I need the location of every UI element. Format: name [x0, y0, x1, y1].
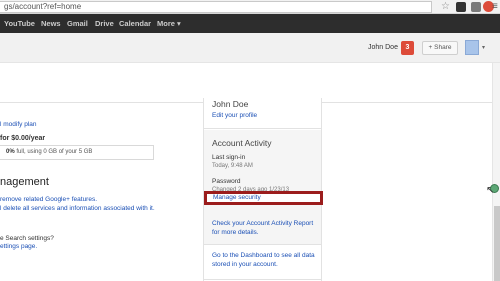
menu-icon[interactable]: ≡	[492, 0, 498, 13]
share-button[interactable]: + Share	[422, 41, 458, 55]
extension-icon-2[interactable]	[471, 2, 481, 12]
password-label: Password	[212, 178, 241, 185]
modify-plan-link[interactable]: l modify plan	[0, 121, 37, 128]
account-header: John Doe 3 + Share ▾	[0, 33, 500, 63]
gbar-link-gmail[interactable]: Gmail	[67, 14, 88, 33]
gbar-link-more[interactable]: More ▾	[157, 14, 181, 33]
google-bar: YouTube News Gmail Drive Calendar More ▾	[0, 14, 500, 33]
last-signin-label: Last sign-in	[212, 154, 246, 161]
profile-section: John Doe Edit your profile	[204, 98, 321, 129]
edit-profile-link[interactable]: Edit your profile	[212, 112, 257, 119]
browser-toolbar: gs/account?ref=home ☆ ≡	[0, 0, 500, 14]
gbar-link-youtube[interactable]: YouTube	[4, 14, 35, 33]
scrollbar-thumb[interactable]	[494, 206, 500, 281]
profile-name: John Doe	[212, 99, 249, 109]
cursor-icon: ↖	[486, 185, 495, 196]
gbar-link-drive[interactable]: Drive	[95, 14, 114, 33]
account-activity-title: Account Activity	[212, 138, 272, 148]
notification-badge[interactable]: 3	[401, 41, 414, 55]
user-name[interactable]: John Doe	[368, 44, 398, 51]
price-line: for $0.00/year	[0, 135, 46, 142]
avatar[interactable]	[465, 40, 479, 55]
address-bar[interactable]: gs/account?ref=home	[0, 1, 432, 13]
star-icon[interactable]: ☆	[441, 0, 450, 13]
account-side-panel: John Doe Edit your profile Account Activ…	[203, 98, 323, 281]
search-settings-question: e Search settings?	[0, 235, 54, 242]
gbar-link-news[interactable]: News	[41, 14, 61, 33]
storage-percent: 0%	[6, 149, 15, 155]
manage-security-link[interactable]: Manage security	[204, 191, 323, 205]
dashboard-link[interactable]: Go to the Dashboard to see all data stor…	[212, 252, 320, 269]
settings-page-link[interactable]: ettings page.	[0, 243, 37, 250]
chevron-down-icon[interactable]: ▾	[482, 44, 485, 51]
gbar-link-calendar[interactable]: Calendar	[119, 14, 151, 33]
storage-usage: 0% full, using 0 GB of your 5 GB	[0, 145, 154, 160]
extension-icon[interactable]	[456, 2, 466, 12]
storage-text: full, using 0 GB of your 5 GB	[14, 149, 93, 155]
activity-report-link[interactable]: Check your Account Activity Report for m…	[212, 220, 320, 237]
last-signin-value: Today, 9:48 AM	[212, 163, 253, 169]
remove-features-link[interactable]: remove related Google+ features.	[0, 196, 97, 203]
delete-services-link[interactable]: l delete all services and information as…	[0, 205, 155, 212]
management-heading: nagement	[0, 176, 49, 188]
scrollbar[interactable]	[492, 63, 500, 281]
